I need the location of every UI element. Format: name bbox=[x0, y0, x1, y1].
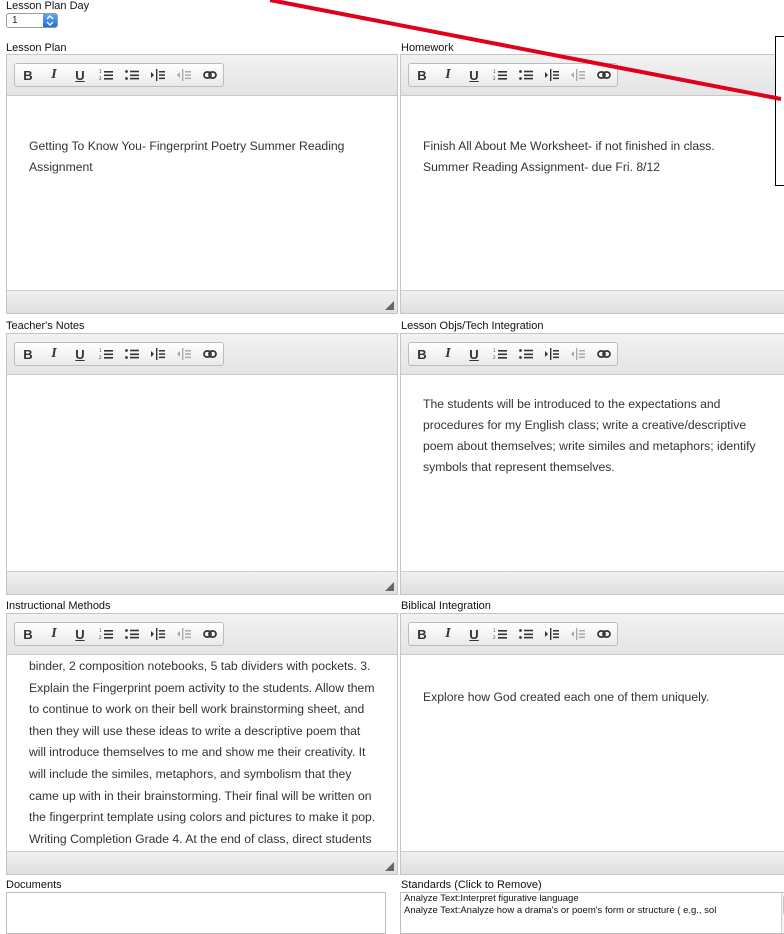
annotation-arrow-line bbox=[269, 0, 782, 101]
annotation-arrow bbox=[269, 0, 782, 101]
